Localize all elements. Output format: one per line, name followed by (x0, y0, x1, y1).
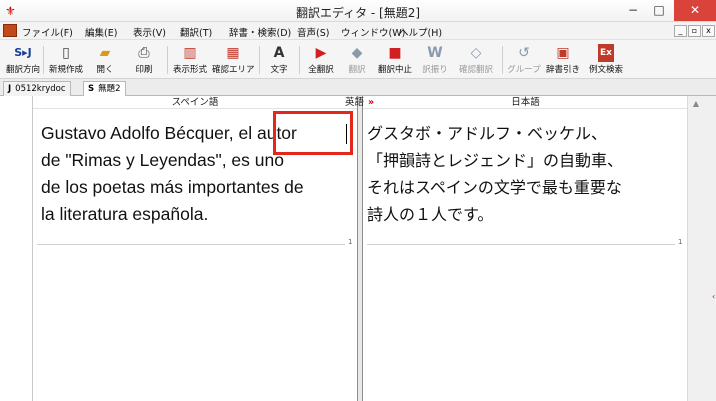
printer-icon: ⎙ (138, 45, 150, 61)
folder-icon: ▰ (99, 45, 111, 61)
sentence-number: 1 (348, 238, 353, 246)
layout-icon: ▥ (183, 45, 197, 61)
maximize-button[interactable]: □ (646, 0, 672, 21)
target-line: それはスペインの文学で最も重要な (367, 178, 622, 197)
example-search-button[interactable]: Ex 例文検索 (584, 42, 628, 78)
target-pane[interactable]: 日本語 グスタボ・アドルフ・ベッケル、 「押韻詩とレジェンド」の自動車、 それは… (363, 96, 688, 401)
translate-all-button[interactable]: ▶ 全翻訳 (302, 42, 340, 78)
splitter-arrow-icon[interactable]: ‹ (712, 292, 715, 301)
toolbar: S▸J 翻訳方向 ▯ 新規作成 ▰ 開く ⎙ 印刷 ▥ 表示形式 ▦ 確認エリア… (0, 40, 716, 79)
scroll-up-icon[interactable]: ▲ (690, 98, 702, 110)
menu-help[interactable]: ヘルプ(H) (399, 25, 442, 39)
dictionary-icon: ▣ (556, 45, 570, 61)
source-line: de "Rimas y Leyendas", es uno (41, 150, 284, 170)
check-area-button[interactable]: ▦ 確認エリア (212, 42, 255, 78)
confirm-translation-button[interactable]: ◇ 確認翻訳 (454, 42, 498, 78)
target-language-header: 日本語 (363, 96, 688, 109)
menu-window[interactable]: ウィンドウ(W) (341, 25, 405, 39)
toolbar-separator (167, 46, 168, 74)
word-icon: W (427, 45, 443, 61)
translate-icon: ◆ (351, 45, 363, 61)
toolbar-separator (43, 46, 44, 74)
minimize-button[interactable]: − (620, 0, 646, 21)
direction-icon: S▸J (14, 46, 32, 59)
tab-language-badge: S (88, 84, 95, 94)
tab-0512krydoc[interactable]: J 0512krydoc (3, 81, 71, 96)
new-file-icon: ▯ (62, 45, 70, 61)
tab-label: 無題2 (98, 84, 121, 94)
font-button[interactable]: A 文字 (263, 42, 295, 78)
tab-label: 0512krydoc (15, 84, 66, 94)
title-bar: ⚜ 翻訳エディタ - [無題2] − □ ✕ (0, 0, 716, 22)
stop-translation-button[interactable]: ■ 翻訳中止 (374, 42, 416, 78)
menu-dictionary[interactable]: 辞書・検索(D) (229, 25, 291, 39)
tab-untitled-2[interactable]: S 無題2 (83, 81, 126, 96)
target-line: グスタボ・アドルフ・ベッケル、 (367, 124, 608, 143)
source-line: Gustavo Adolfo Bécquer, el autor (41, 123, 297, 143)
tab-language-badge: J (8, 84, 12, 94)
group-button[interactable]: ↺ グループ (506, 42, 542, 78)
target-text[interactable]: グスタボ・アドルフ・ベッケル、 「押韻詩とレジェンド」の自動車、 それはスペイン… (367, 120, 623, 228)
toolbar-separator (299, 46, 300, 74)
document-icon[interactable] (3, 24, 17, 37)
pivot-language-label: 英語 (345, 97, 365, 108)
dictionary-lookup-button[interactable]: ▣ 辞書引き (544, 42, 582, 78)
print-button[interactable]: ⎙ 印刷 (124, 42, 164, 78)
toolbar-separator (502, 46, 503, 74)
menu-bar: ファイル(F) 編集(E) 表示(V) 翻訳(T) 辞書・検索(D) 音声(S)… (0, 22, 716, 40)
sentence-number: 1 (678, 238, 683, 246)
text-caret (346, 124, 347, 144)
font-icon: A (273, 45, 285, 61)
menu-view[interactable]: 表示(V) (133, 25, 166, 39)
toolbar-separator (259, 46, 260, 74)
sentence-end-rule (367, 244, 675, 245)
mdi-restore-button[interactable]: ▫ (688, 25, 701, 37)
undo-icon: ↺ (518, 45, 530, 61)
confirm-icon: ◇ (470, 45, 482, 61)
stop-icon: ■ (388, 45, 402, 61)
source-pane[interactable]: スペイン語 Gustavo Adolfo Bécquer, el autor d… (33, 96, 357, 401)
mdi-minimize-button[interactable]: _ (674, 25, 687, 37)
menu-voice[interactable]: 音声(S) (297, 25, 329, 39)
new-document-button[interactable]: ▯ 新規作成 (46, 42, 86, 78)
source-line: la literatura española. (41, 204, 209, 224)
open-button[interactable]: ▰ 開く (88, 42, 122, 78)
selection-highlight-box (273, 111, 353, 155)
menu-edit[interactable]: 編集(E) (85, 25, 117, 39)
source-line: de los poetas más importantes de (41, 177, 304, 197)
interlinear-button[interactable]: W 訳振り (418, 42, 452, 78)
menu-translate[interactable]: 翻訳(T) (180, 25, 212, 39)
display-format-button[interactable]: ▥ 表示形式 (170, 42, 210, 78)
sentence-end-rule (37, 244, 345, 245)
translation-editor: スペイン語 Gustavo Adolfo Bécquer, el autor d… (32, 96, 688, 401)
mdi-close-button[interactable]: x (702, 25, 715, 37)
target-line: 「押韻詩とレジェンド」の自動車、 (367, 151, 624, 170)
source-language-header: スペイン語 (33, 96, 357, 109)
document-tab-bar: J 0512krydoc S 無題2 (0, 79, 716, 96)
play-icon: ▶ (315, 45, 327, 61)
vertical-scrollbar[interactable]: ▲ (687, 96, 716, 401)
translation-direction-button[interactable]: S▸J 翻訳方向 (4, 42, 42, 78)
translate-button[interactable]: ◆ 翻訳 (342, 42, 372, 78)
close-button[interactable]: ✕ (674, 0, 716, 21)
example-search-icon: Ex (598, 44, 614, 62)
menu-file[interactable]: ファイル(F) (22, 25, 73, 39)
target-line: 詩人の１人です。 (367, 205, 494, 224)
window-title: 翻訳エディタ - [無題2] (295, 6, 421, 20)
source-text[interactable]: Gustavo Adolfo Bécquer, el autor de "Rim… (41, 120, 304, 228)
check-area-icon: ▦ (226, 45, 240, 61)
